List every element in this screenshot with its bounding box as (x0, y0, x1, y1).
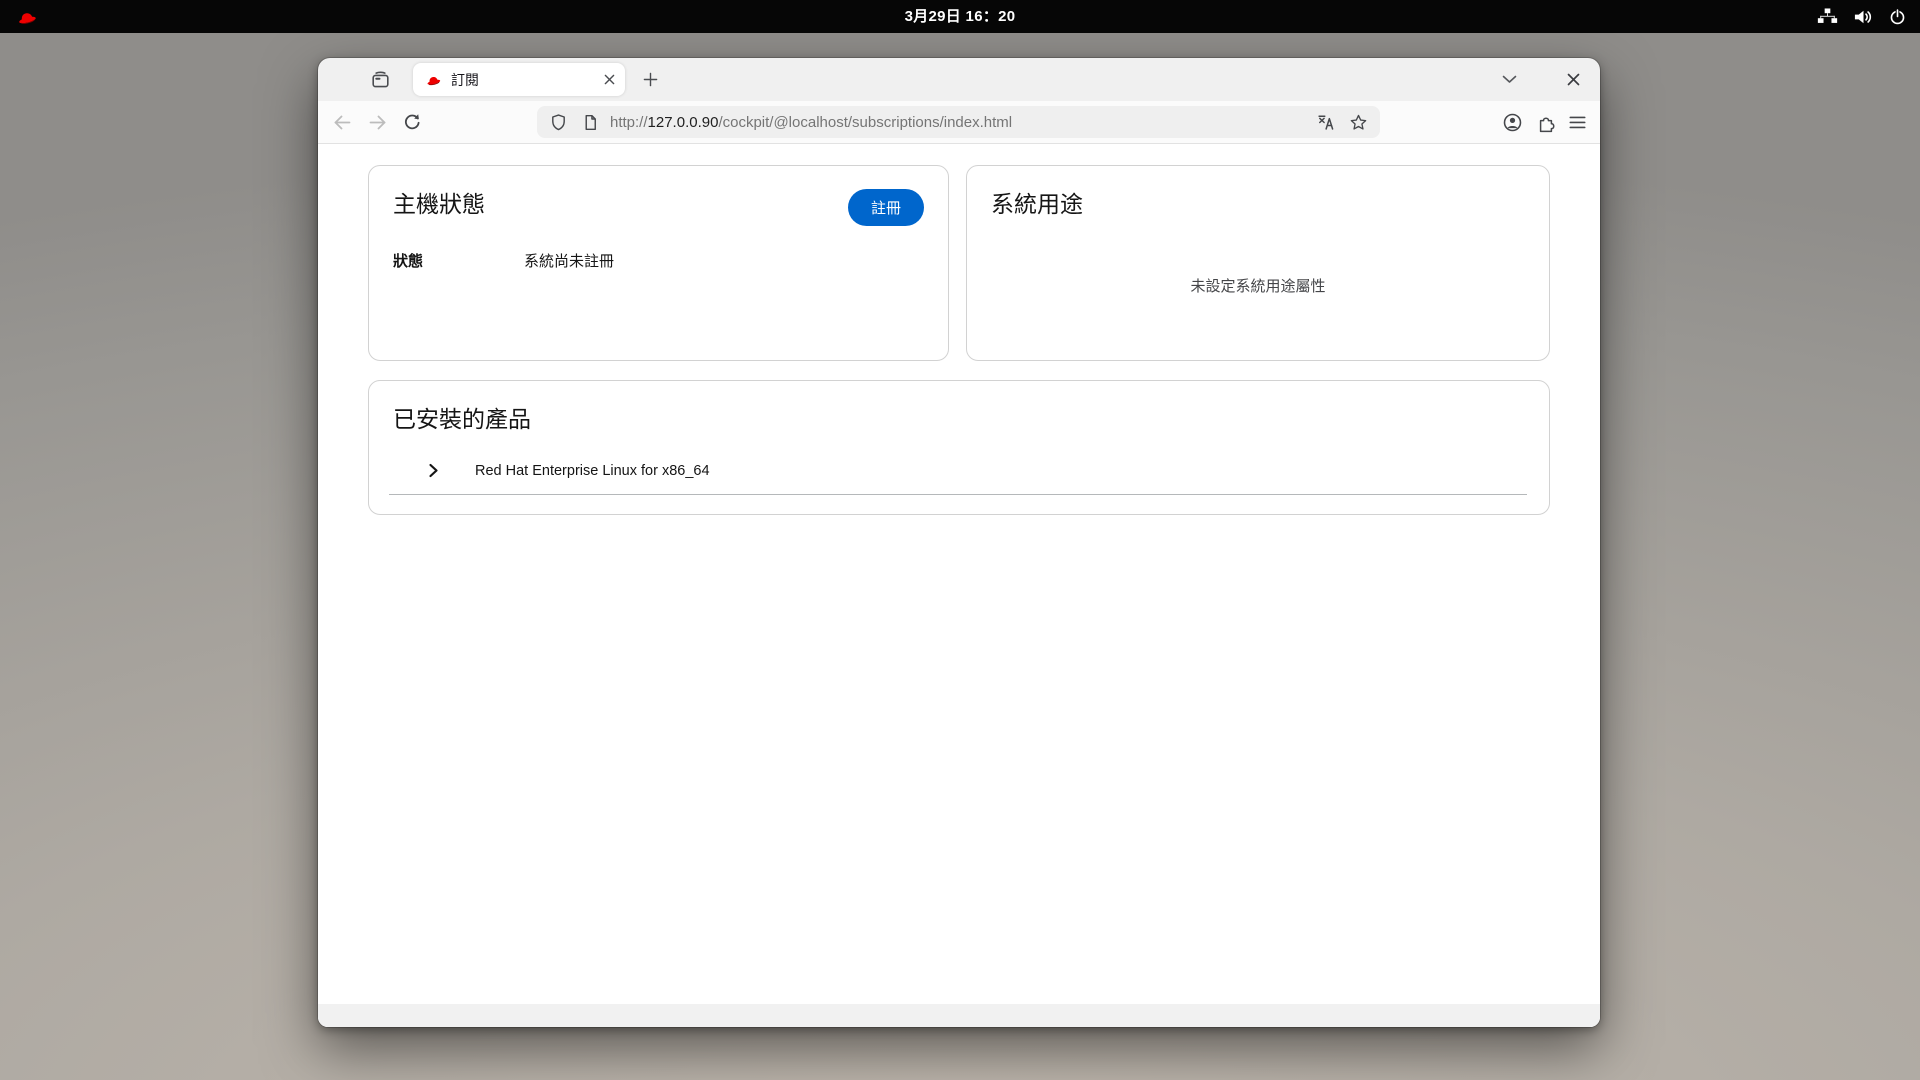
forward-icon (367, 113, 388, 132)
new-tab-button[interactable] (643, 72, 658, 87)
url-path: /cockpit/@localhost/subscriptions/index.… (718, 114, 1012, 131)
host-status-card: 主機狀態 註冊 狀態 系統尚未註冊 (368, 165, 949, 361)
clock[interactable]: 3月29日 16：20 (0, 0, 1920, 33)
plus-icon (643, 72, 658, 87)
chevron-down-icon (1502, 75, 1517, 84)
close-icon (1567, 73, 1580, 86)
firefox-view-icon (370, 70, 391, 90)
cockpit-subscriptions-page: 主機狀態 註冊 狀態 系統尚未註冊 系統用途 未設定系統用途屬性 已安裝的產品 (318, 144, 1600, 1027)
back-button[interactable] (332, 113, 353, 132)
window-list-button[interactable] (1502, 75, 1517, 84)
account-icon (1502, 112, 1523, 133)
installed-products-title: 已安裝的產品 (369, 404, 1549, 434)
window-close-button[interactable] (1567, 73, 1580, 86)
shield-icon (549, 113, 568, 132)
puzzle-icon (1536, 112, 1556, 133)
menu-button[interactable] (1569, 116, 1586, 129)
url-text: http://127.0.0.90/cockpit/@localhost/sub… (610, 114, 1309, 131)
bookmark-star-icon[interactable] (1349, 113, 1368, 132)
url-bar[interactable]: http://127.0.0.90/cockpit/@localhost/sub… (537, 106, 1380, 138)
url-domain: 127.0.0.90 (648, 114, 719, 131)
tab-bar: 訂閱 (318, 58, 1600, 101)
status-value: 系統尚未註冊 (524, 250, 614, 271)
extensions-button[interactable] (1536, 112, 1556, 133)
page-icon (581, 113, 600, 132)
translate-icon[interactable] (1317, 113, 1336, 132)
url-scheme: http:// (610, 114, 648, 131)
tab-subscriptions[interactable]: 訂閱 (413, 63, 625, 96)
expand-row-button[interactable] (411, 453, 455, 489)
network-icon (1817, 8, 1838, 25)
reload-icon (402, 112, 422, 132)
firefox-view-button[interactable] (370, 70, 391, 90)
reload-button[interactable] (402, 112, 422, 132)
browser-toolbar: http://127.0.0.90/cockpit/@localhost/sub… (318, 101, 1600, 144)
red-hat-favicon-icon (425, 73, 442, 86)
product-name: Red Hat Enterprise Linux for x86_64 (475, 463, 710, 479)
window-bottom-strip (318, 1004, 1600, 1027)
host-status-title: 主機狀態 (393, 189, 485, 219)
register-button[interactable]: 註冊 (848, 189, 924, 226)
browser-window: 訂閱 (318, 58, 1600, 1027)
desktop-top-bar: 3月29日 16：20 (0, 0, 1920, 33)
product-row[interactable]: Red Hat Enterprise Linux for x86_64 (389, 447, 1527, 495)
power-icon (1889, 8, 1906, 25)
status-label: 狀態 (393, 250, 524, 271)
volume-icon (1853, 9, 1874, 25)
tab-close-button[interactable] (604, 74, 615, 85)
system-purpose-title: 系統用途 (991, 189, 1525, 219)
back-icon (332, 113, 353, 132)
forward-button[interactable] (367, 113, 388, 132)
installed-products-card: 已安裝的產品 Red Hat Enterprise Linux for x86_… (368, 380, 1550, 515)
chevron-right-icon (428, 463, 439, 478)
close-icon (604, 74, 615, 85)
system-purpose-empty-message: 未設定系統用途屬性 (991, 219, 1525, 337)
system-tray[interactable] (1817, 0, 1906, 33)
tab-title: 訂閱 (451, 70, 604, 90)
account-button[interactable] (1502, 112, 1523, 133)
system-purpose-card: 系統用途 未設定系統用途屬性 (966, 165, 1550, 361)
hamburger-menu-icon (1569, 116, 1586, 129)
